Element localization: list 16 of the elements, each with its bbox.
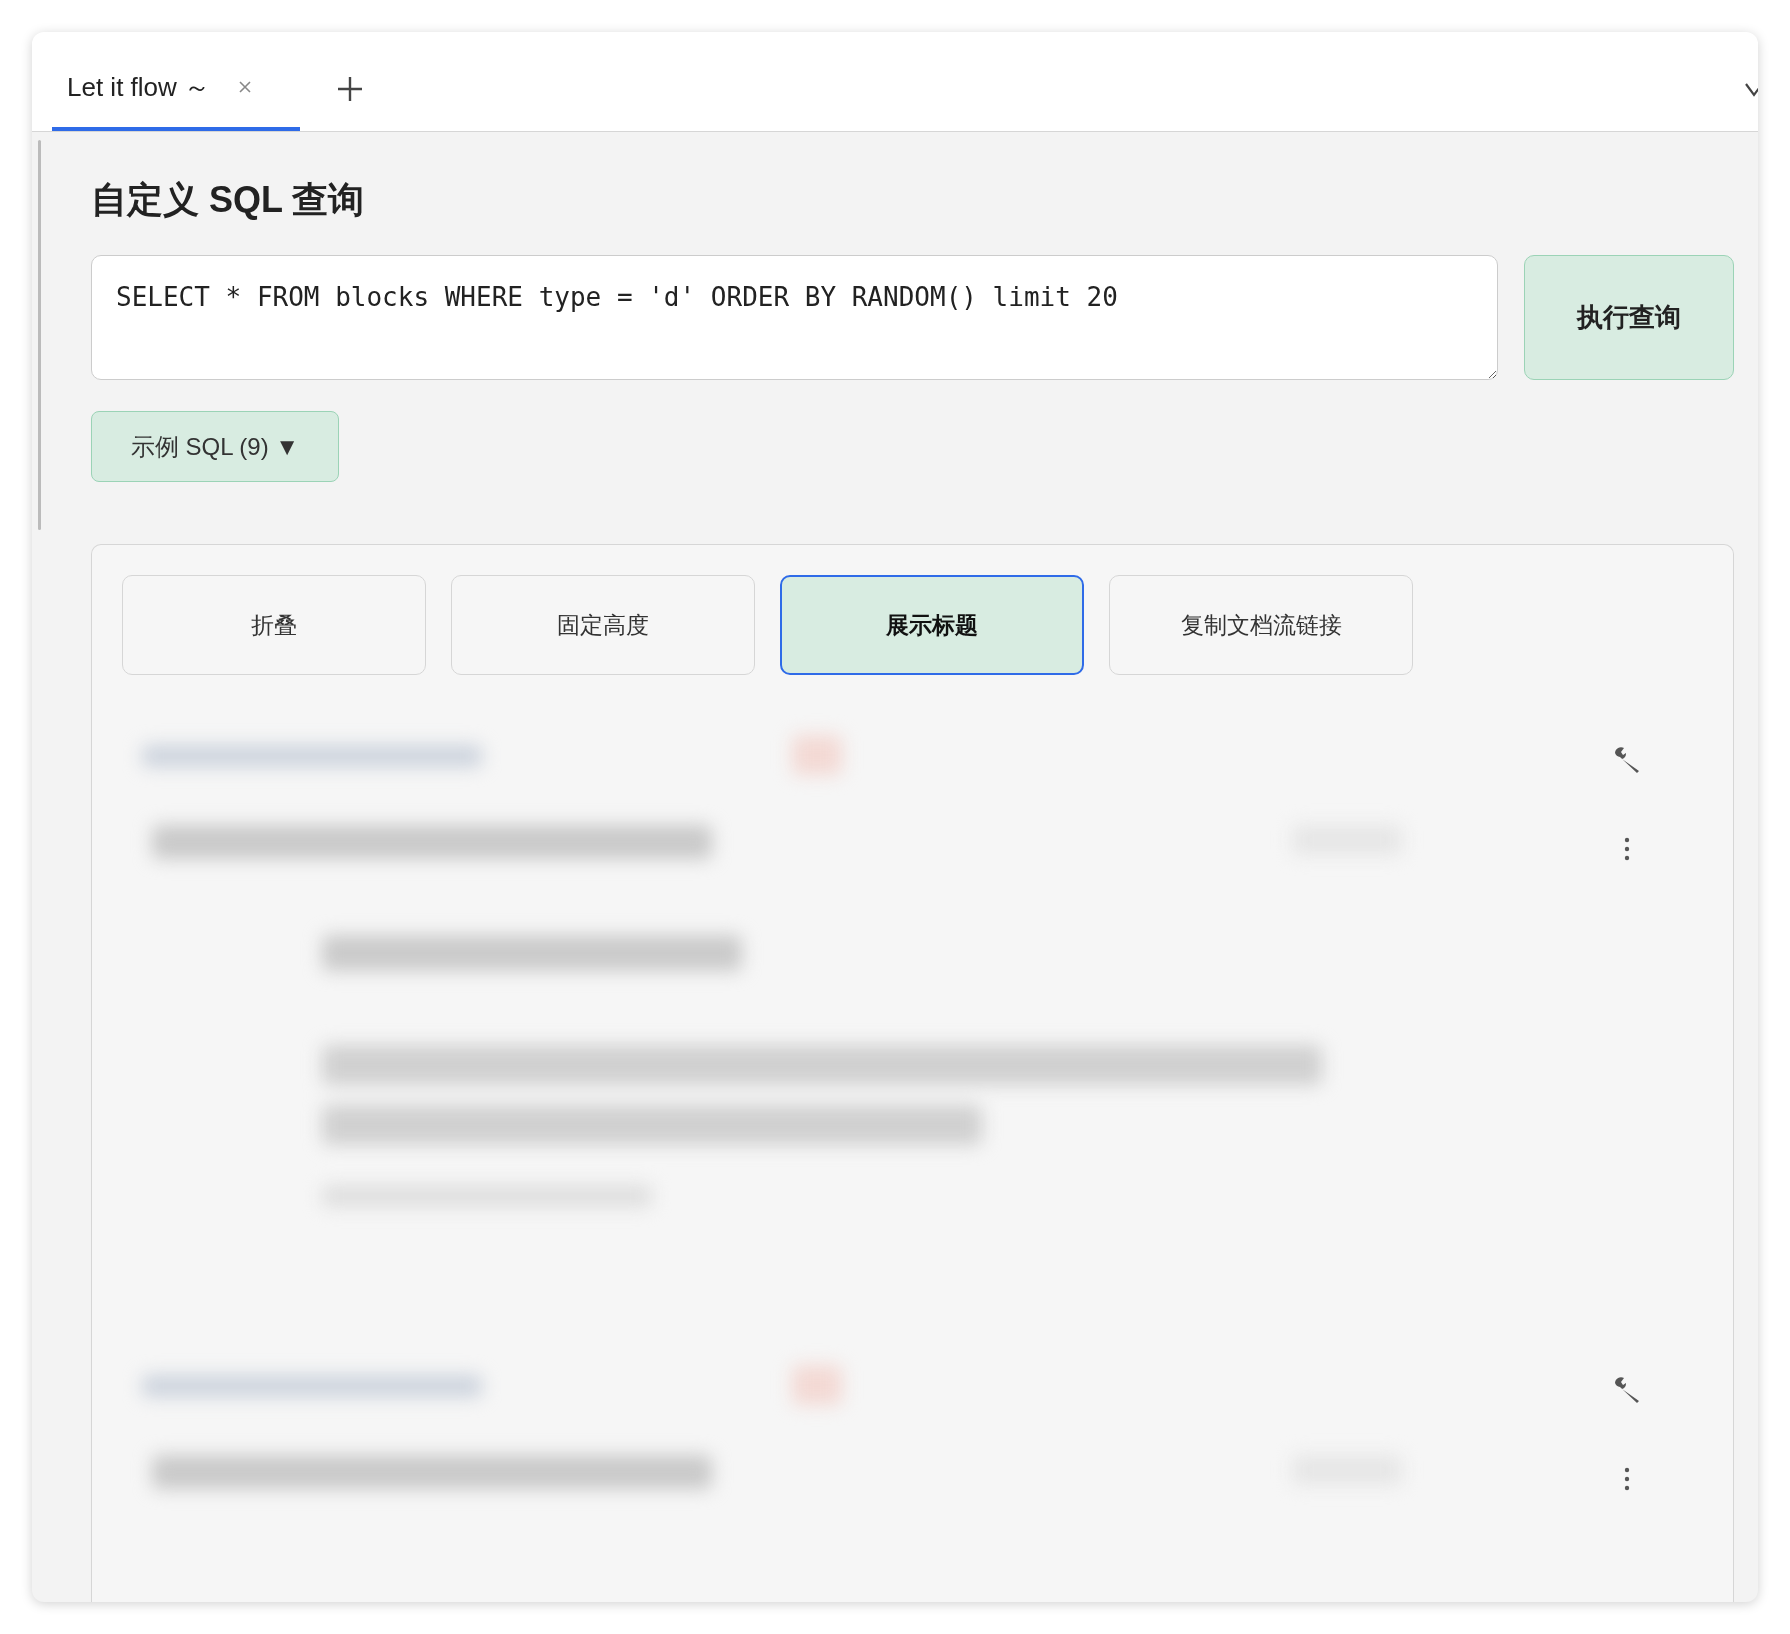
wrench-icon[interactable]	[1612, 1375, 1642, 1405]
wrench-icon[interactable]	[1612, 745, 1642, 775]
example-sql-dropdown[interactable]: 示例 SQL (9) ▼	[91, 411, 339, 482]
document-tab[interactable]: Let it flow ～	[52, 47, 300, 131]
sql-input-field[interactable]: SELECT * FROM blocks WHERE type = 'd' ORDER BY RANDOM() limit 20	[91, 255, 1498, 380]
more-icon[interactable]	[1624, 1467, 1630, 1491]
option-toggle-button[interactable]: 折叠	[122, 575, 426, 675]
more-icon[interactable]	[1624, 837, 1630, 861]
option-toggle-button[interactable]: 复制文档流链接	[1109, 575, 1413, 675]
add-tab-icon[interactable]	[336, 75, 364, 103]
page-title: 自定义 SQL 查询	[91, 178, 366, 222]
option-toggle-button[interactable]: 展示标题	[780, 575, 1084, 675]
scrollbar[interactable]	[38, 140, 41, 530]
run-query-button[interactable]: 执行查询	[1524, 255, 1734, 380]
close-icon[interactable]	[238, 80, 253, 94]
option-toggle-button[interactable]: 固定高度	[451, 575, 755, 675]
